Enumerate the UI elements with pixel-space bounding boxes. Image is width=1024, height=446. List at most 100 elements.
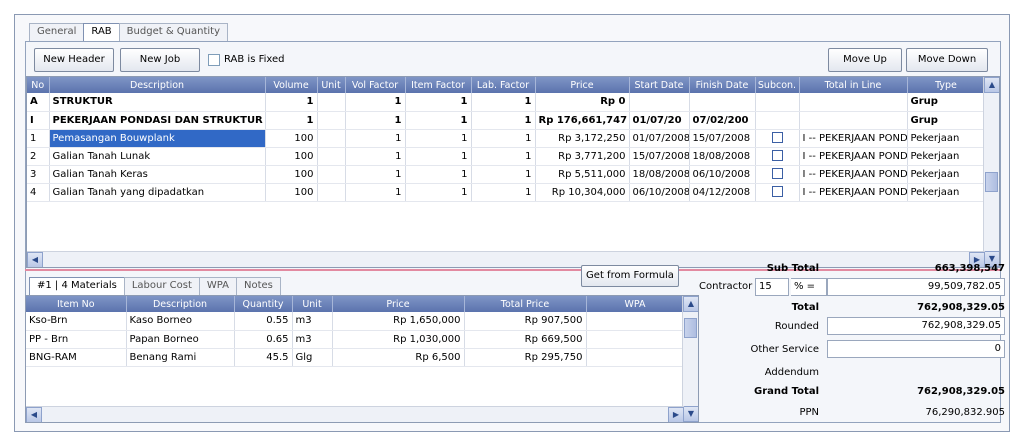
table-cell-no[interactable]: 3 — [27, 165, 50, 184]
table-cell-finish[interactable]: 07/02/200 — [689, 111, 756, 130]
scroll-up-arrow-icon[interactable]: ▲ — [984, 77, 999, 93]
table-cell-no[interactable]: I — [27, 111, 50, 130]
table-cell-lab-factor[interactable]: 1 — [471, 147, 536, 166]
table-cell-vol-factor[interactable]: 1 — [345, 129, 406, 148]
table-cell-total[interactable]: I -- PEKERJAAN PONDASI — [799, 183, 908, 202]
material-cell-qty[interactable]: 0.65 — [234, 330, 293, 349]
table-cell-subcon[interactable] — [755, 183, 800, 202]
rab-column-header[interactable]: No — [27, 77, 50, 93]
material-cell-total[interactable]: Rp 669,500 — [464, 330, 587, 349]
table-cell-item-factor[interactable]: 1 — [405, 147, 472, 166]
table-cell-subcon[interactable] — [755, 147, 800, 166]
table-cell-volume[interactable]: 100 — [265, 183, 318, 202]
table-cell-subcon[interactable] — [755, 111, 800, 130]
rab-column-header[interactable]: Vol Factor — [345, 77, 406, 93]
table-cell-no[interactable]: A — [27, 93, 50, 112]
tab-rab[interactable]: RAB — [83, 23, 120, 42]
table-cell-unit[interactable] — [317, 183, 346, 202]
table-cell-vol-factor[interactable]: 1 — [345, 165, 406, 184]
material-cell-qty[interactable]: 0.55 — [234, 312, 293, 331]
table-cell-subcon[interactable] — [755, 165, 800, 184]
table-cell-subcon[interactable] — [755, 129, 800, 148]
rab-column-header[interactable]: Subcon. — [755, 77, 800, 93]
material-cell-unit[interactable]: Glg — [292, 348, 333, 367]
table-cell-start[interactable]: 01/07/20 — [629, 111, 690, 130]
table-cell-price[interactable]: Rp 3,172,250 — [535, 129, 630, 148]
contractor-value-field[interactable]: 99,509,782.05 — [827, 278, 1005, 296]
table-cell-vol-factor[interactable]: 1 — [345, 183, 406, 202]
rab-column-header[interactable]: Finish Date — [689, 77, 756, 93]
table-row[interactable]: A STRUKTUR 1 1 1 1 Rp 0 Grup — [27, 93, 986, 112]
table-cell-desc[interactable]: PEKERJAAN PONDASI DAN STRUKTUR — [49, 111, 266, 130]
tab-notes[interactable]: Notes — [236, 277, 281, 295]
other-service-field[interactable]: 0 — [827, 340, 1005, 358]
material-cell-desc[interactable]: Kaso Borneo — [126, 312, 235, 331]
rab-column-header[interactable]: Volume — [265, 77, 318, 93]
table-cell-vol-factor[interactable]: 1 — [345, 93, 406, 112]
table-cell-unit[interactable] — [317, 111, 346, 130]
table-cell-volume[interactable]: 100 — [265, 165, 318, 184]
table-cell-price[interactable]: Rp 3,771,200 — [535, 147, 630, 166]
table-cell-no[interactable]: 1 — [27, 129, 50, 148]
table-row[interactable]: BNG-RAM Benang Rami 45.5 Glg Rp 6,500 Rp 295,… — [26, 348, 685, 367]
table-cell-finish[interactable]: 18/08/2008 — [689, 147, 756, 166]
table-row[interactable]: 1 Pemasangan Bouwplank 100 1 1 1 Rp 3,172,250 0… — [27, 129, 986, 148]
materials-column-header[interactable]: Quantity — [234, 296, 293, 312]
scroll-up-arrow-icon[interactable]: ▲ — [683, 296, 698, 312]
rab-horizontal-scrollbar[interactable]: ◀ ▶ — [27, 251, 985, 267]
new-header-button[interactable]: New Header — [34, 48, 114, 72]
table-cell-start[interactable]: 01/07/2008 — [629, 129, 690, 148]
table-cell-volume[interactable]: 1 — [265, 93, 318, 112]
rab-column-header[interactable]: Unit — [317, 77, 346, 93]
table-cell-unit[interactable] — [317, 165, 346, 184]
table-cell-desc[interactable]: Galian Tanah Keras — [49, 165, 266, 184]
tab-budget-quantity[interactable]: Budget & Quantity — [118, 23, 229, 41]
rab-column-header[interactable]: Type — [907, 77, 986, 93]
table-row[interactable]: PP - Brn Papan Borneo 0.65 m3 Rp 1,030,000 Rp… — [26, 330, 685, 349]
table-cell-finish[interactable] — [689, 93, 756, 112]
table-cell-unit[interactable] — [317, 129, 346, 148]
table-cell-type[interactable]: Grup — [907, 111, 986, 130]
subcon-checkbox[interactable] — [771, 150, 783, 162]
material-cell-qty[interactable]: 45.5 — [234, 348, 293, 367]
rab-column-header[interactable]: Description — [49, 77, 266, 93]
table-cell-lab-factor[interactable]: 1 — [471, 183, 536, 202]
move-up-button[interactable]: Move Up — [828, 48, 902, 72]
rab-column-header[interactable]: Item Factor — [405, 77, 472, 93]
contractor-percent-input[interactable]: 15 — [755, 278, 789, 296]
scroll-left-arrow-icon[interactable]: ◀ — [26, 407, 42, 422]
rab-column-header[interactable]: Total in Line — [799, 77, 908, 93]
material-cell-item[interactable]: BNG-RAM — [26, 348, 127, 367]
scroll-down-arrow-icon[interactable]: ▼ — [683, 406, 698, 422]
table-cell-desc[interactable]: STRUKTUR — [49, 93, 266, 112]
table-cell-no[interactable]: 4 — [27, 183, 50, 202]
table-cell-total[interactable]: I -- PEKERJAAN PONDASI — [799, 147, 908, 166]
new-job-button[interactable]: New Job — [120, 48, 200, 72]
table-cell-volume[interactable]: 1 — [265, 111, 318, 130]
tab-wpa[interactable]: WPA — [198, 277, 237, 295]
material-cell-item[interactable]: Kso-Brn — [26, 312, 127, 331]
table-cell-lab-factor[interactable]: 1 — [471, 111, 536, 130]
materials-column-header[interactable]: Item No — [26, 296, 127, 312]
rab-column-header[interactable]: Lab. Factor — [471, 77, 536, 93]
table-row[interactable]: 4 Galian Tanah yang dipadatkan 100 1 1 1 Rp 10… — [27, 183, 986, 202]
table-cell-type[interactable]: Grup — [907, 93, 986, 112]
table-cell-price[interactable]: Rp 0 — [535, 93, 630, 112]
rounded-field[interactable]: 762,908,329.05 — [827, 317, 1005, 335]
material-cell-price[interactable]: Rp 1,650,000 — [332, 312, 465, 331]
material-cell-price[interactable]: Rp 6,500 — [332, 348, 465, 367]
rab-vertical-scrollbar[interactable]: ▲ ▼ — [983, 77, 999, 267]
scroll-right-arrow-icon[interactable]: ▶ — [668, 407, 684, 422]
table-cell-lab-factor[interactable]: 1 — [471, 93, 536, 112]
material-cell-desc[interactable]: Benang Rami — [126, 348, 235, 367]
table-cell-type[interactable]: Pekerjaan — [907, 183, 986, 202]
table-cell-unit[interactable] — [317, 93, 346, 112]
table-cell-desc[interactable]: Galian Tanah yang dipadatkan — [49, 183, 266, 202]
materials-column-header[interactable]: Price — [332, 296, 465, 312]
table-cell-finish[interactable]: 04/12/2008 — [689, 183, 756, 202]
table-cell-type[interactable]: Pekerjaan — [907, 147, 986, 166]
table-cell-price[interactable]: Rp 10,304,000 — [535, 183, 630, 202]
scroll-thumb[interactable] — [985, 172, 998, 192]
material-cell-wpa[interactable] — [586, 312, 685, 331]
materials-column-header[interactable]: Total Price — [464, 296, 587, 312]
